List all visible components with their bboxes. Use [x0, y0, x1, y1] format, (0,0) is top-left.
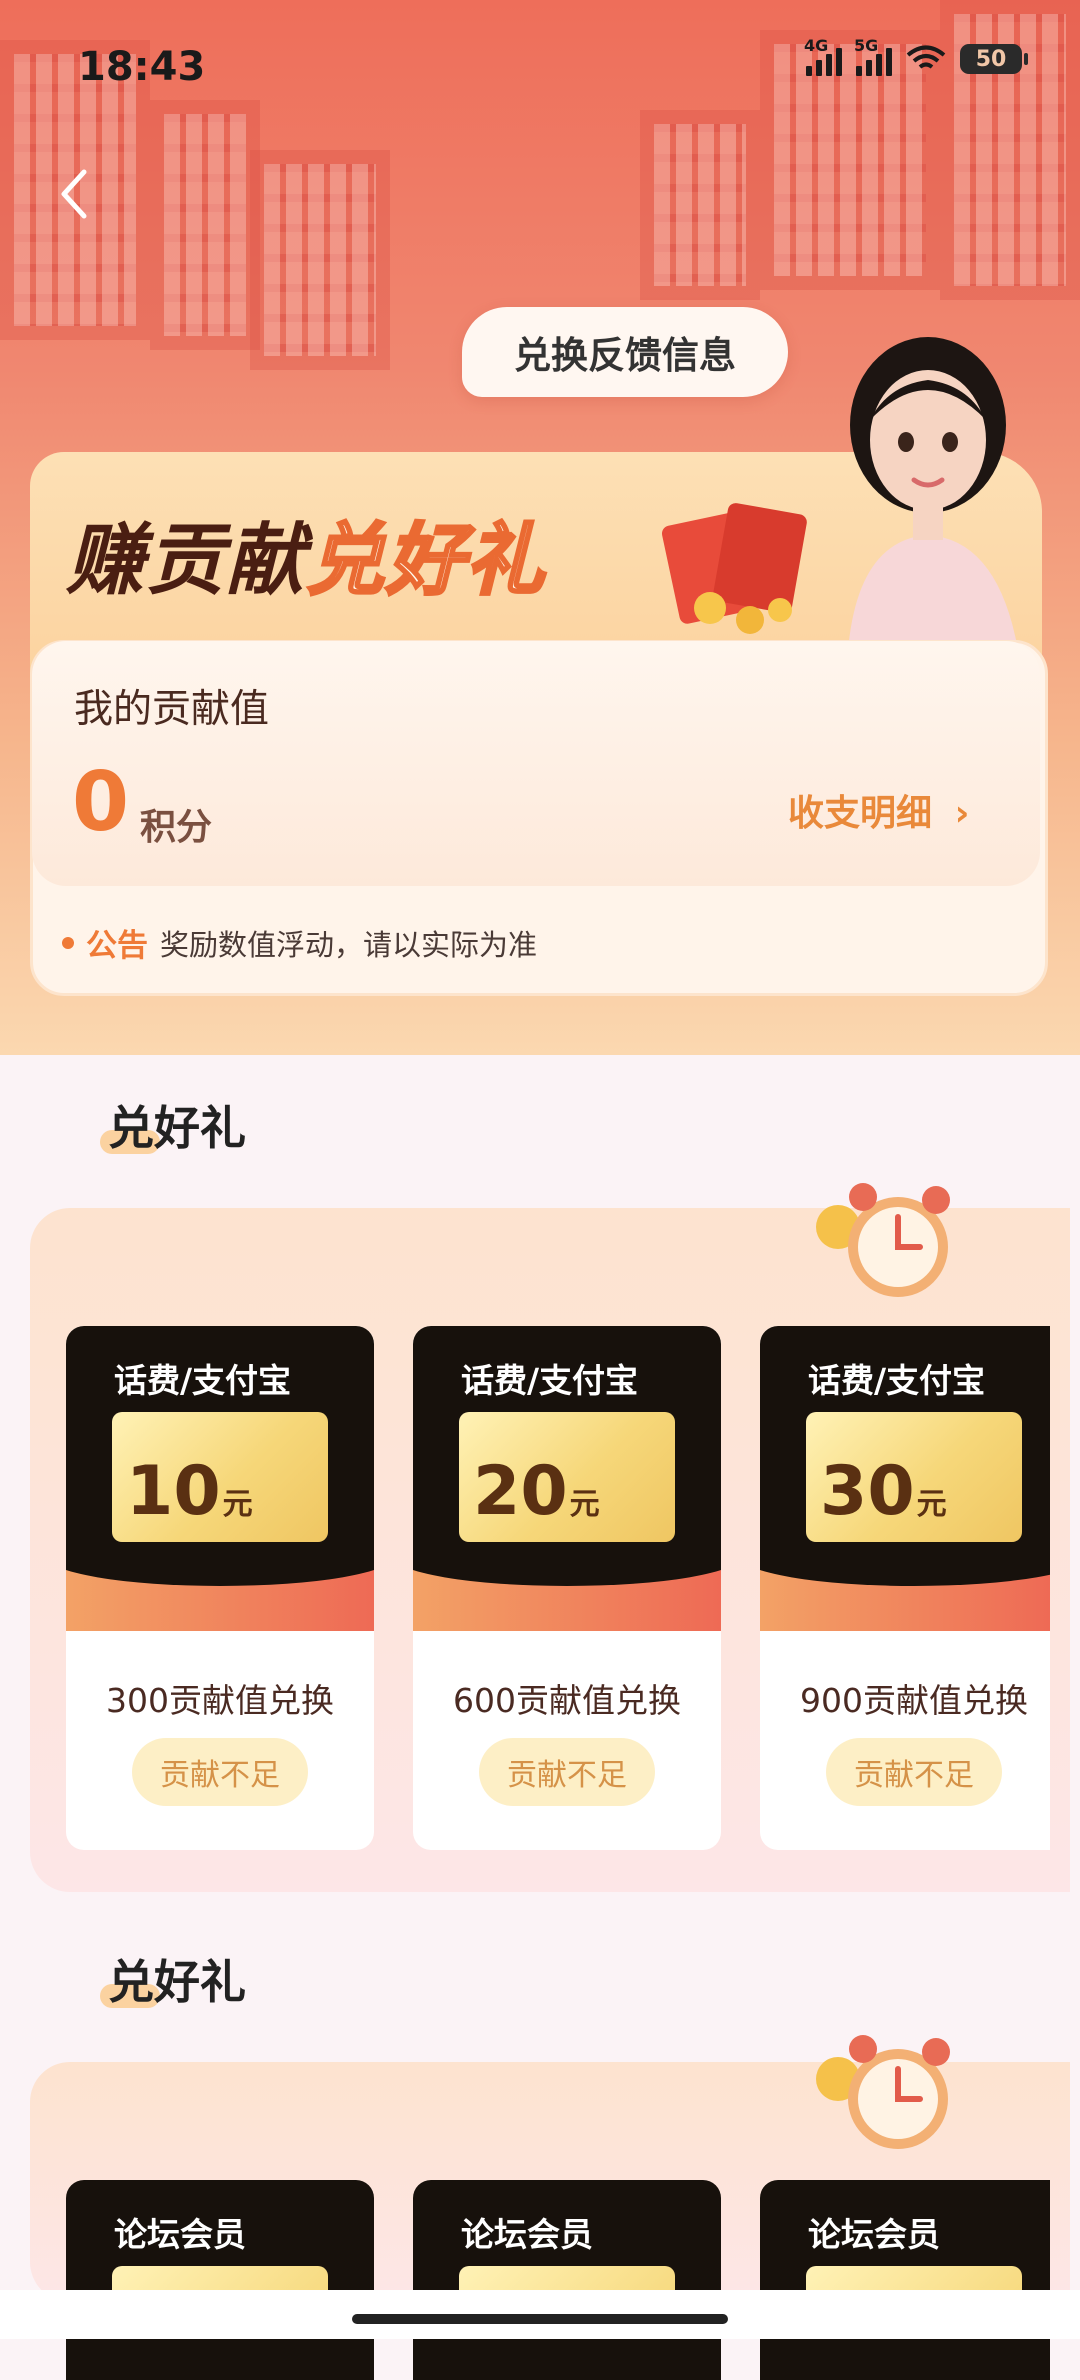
gift-cost: 300贡献值兑换: [106, 1681, 334, 1720]
building-decoration: [150, 100, 260, 350]
banner-title-redeem: 兑好礼: [305, 515, 547, 608]
points-label: 我的贡献值: [74, 687, 270, 732]
notice-dot: [62, 936, 74, 949]
status-time: 18:43: [78, 44, 206, 90]
network-label: 4G: [804, 36, 829, 55]
gift-amount-value: 10: [126, 1452, 221, 1531]
gift-amount: 30元: [820, 1458, 947, 1526]
home-indicator[interactable]: [352, 2314, 728, 2324]
redeem-button[interactable]: 贡献不足: [132, 1738, 308, 1806]
gift-category: 论坛会员: [114, 2215, 246, 2254]
gift-card[interactable]: 话费/支付宝 10元 300贡献值兑换 贡献不足: [66, 1326, 374, 1850]
feedback-label: 兑换反馈信息: [514, 334, 736, 377]
gift-card[interactable]: 话费/支付宝 30元 900贡献值兑换 贡献不足: [760, 1326, 1050, 1850]
points-detail-link[interactable]: 收支明细 ›: [788, 784, 969, 836]
gift-card[interactable]: 论坛会员: [760, 2180, 1050, 2380]
battery-level: 50: [975, 46, 1007, 72]
building-decoration: [640, 110, 760, 300]
notice-bar: 公告 奖励数值浮动，请以实际为准: [62, 920, 537, 965]
gift-category: 话费/支付宝: [461, 1361, 639, 1400]
gift-amount: 20元: [473, 1458, 600, 1526]
gift-card[interactable]: 论坛会员: [66, 2180, 374, 2380]
building-decoration: [250, 150, 390, 370]
redeem-button[interactable]: 贡献不足: [479, 1738, 655, 1806]
assistant-avatar: [848, 337, 1018, 650]
banner-title: 赚贡献兑好礼: [66, 498, 546, 610]
signal-icon: 5G: [854, 36, 892, 76]
network-label: 5G: [854, 36, 879, 55]
gift-card[interactable]: 论坛会员: [413, 2180, 721, 2380]
gift-category: 论坛会员: [461, 2215, 593, 2254]
points-detail-label: 收支明细: [788, 793, 933, 834]
section-title: 兑好礼: [100, 1092, 246, 1158]
gift-cost: 600贡献值兑换: [453, 1681, 681, 1720]
chevron-right-icon: ›: [954, 793, 970, 834]
gift-category: 论坛会员: [808, 2215, 940, 2254]
points-unit: 积分: [140, 807, 213, 848]
points-value: 0: [72, 755, 130, 850]
gift-amount-value: 20: [473, 1452, 568, 1531]
alarm-clock-icon: [816, 1183, 950, 1297]
redeem-button[interactable]: 贡献不足: [826, 1738, 1002, 1806]
gift-amount: 10元: [126, 1458, 253, 1526]
gift-amount-value: 30: [820, 1452, 915, 1531]
signal-icon: 4G: [804, 36, 842, 76]
status-icons: 4G 5G 50: [804, 36, 1028, 76]
alarm-clock-icon: [816, 2035, 950, 2149]
wifi-icon: [906, 45, 946, 69]
gift-amount-unit: 元: [916, 1487, 947, 1522]
gift-cost: 900贡献值兑换: [800, 1681, 1028, 1720]
section-title: 兑好礼: [100, 1946, 246, 2012]
banner-title-earn: 赚贡献: [66, 516, 307, 606]
notice-text: 奖励数值浮动，请以实际为准: [160, 927, 538, 962]
gift-category: 话费/支付宝: [114, 1361, 292, 1400]
red-packet-icon: [661, 503, 807, 634]
gift-category: 话费/支付宝: [808, 1361, 986, 1400]
gift-amount-unit: 元: [569, 1487, 600, 1522]
feedback-button[interactable]: 兑换反馈信息: [462, 307, 788, 397]
back-icon[interactable]: [54, 164, 94, 224]
gift-card[interactable]: 话费/支付宝 20元 600贡献值兑换 贡献不足: [413, 1326, 721, 1850]
battery-icon: 50: [960, 44, 1028, 74]
notice-tag: 公告: [86, 928, 148, 964]
gift-amount-unit: 元: [222, 1487, 253, 1522]
